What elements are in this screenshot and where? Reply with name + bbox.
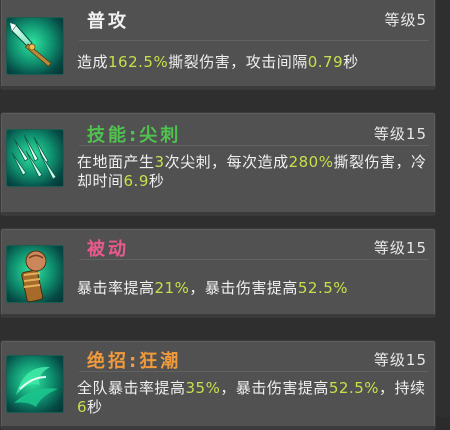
skill-name: 普攻 bbox=[87, 11, 129, 32]
skill-card-basic-attack[interactable]: 普攻 等级5 造成162.5%撕裂伤害，攻击间隔0.79秒 bbox=[0, 0, 436, 90]
highlight-value: 21% bbox=[154, 279, 190, 297]
description-text: 造成 bbox=[77, 53, 109, 71]
highlight-value: 0.79 bbox=[307, 53, 344, 71]
skill-level: 等级15 bbox=[373, 351, 427, 369]
highlight-value: 35% bbox=[185, 379, 221, 397]
description-text: 暴击率提高 bbox=[77, 279, 155, 297]
description-text: 撕裂伤害，攻击间隔 bbox=[168, 53, 308, 71]
description-text: 秒 bbox=[148, 172, 165, 190]
skill-description: 暴击率提高21%，暴击伤害提高52.5% bbox=[77, 279, 427, 298]
description-text: ，暴击伤害提高 bbox=[220, 379, 329, 397]
skill-name: 技能:尖刺 bbox=[87, 125, 182, 146]
description-text: 秒 bbox=[343, 53, 359, 71]
skill-name: 绝招:狂潮 bbox=[87, 351, 182, 372]
divider bbox=[79, 40, 429, 41]
highlight-value: 280% bbox=[288, 153, 334, 171]
spikes-icon bbox=[6, 129, 64, 187]
skill-card-spike[interactable]: 技能:尖刺 等级15 在地面产生3次尖刺，每次造成280%撕裂伤害，冷却时间6.… bbox=[0, 112, 436, 216]
description-text: 全队暴击率提高 bbox=[77, 379, 186, 397]
highlight-value: 52.5% bbox=[328, 379, 380, 397]
skill-level: 等级15 bbox=[373, 239, 427, 257]
divider bbox=[79, 371, 429, 372]
skill-description: 在地面产生3次尖刺，每次造成280%撕裂伤害，冷却时间6.9秒 bbox=[77, 153, 427, 191]
description-text: 次尖刺，每次造成 bbox=[164, 153, 289, 171]
divider bbox=[79, 145, 429, 146]
skill-description: 造成162.5%撕裂伤害，攻击间隔0.79秒 bbox=[77, 53, 427, 72]
skill-description: 全队暴击率提高35%，暴击伤害提高52.5%，持续 6秒 bbox=[77, 379, 427, 417]
skill-level: 等级5 bbox=[384, 11, 427, 29]
description-text: 在地面产生 bbox=[77, 153, 155, 171]
highlight-value: 3 bbox=[154, 153, 165, 171]
skill-name: 被动 bbox=[87, 239, 129, 260]
spear-blade-icon bbox=[6, 17, 64, 75]
fist-icon bbox=[6, 245, 64, 303]
skill-level: 等级15 bbox=[373, 125, 427, 143]
description-text: ，持续 bbox=[379, 379, 426, 397]
description-text: ，暴击伤害提高 bbox=[189, 279, 298, 297]
skill-card-passive[interactable]: 被动 等级15 暴击率提高21%，暴击伤害提高52.5% bbox=[0, 228, 436, 318]
frenzy-icon bbox=[6, 355, 64, 413]
divider bbox=[79, 259, 429, 260]
skill-list: 普攻 等级5 造成162.5%撕裂伤害，攻击间隔0.79秒 技能:尖刺 等级15… bbox=[0, 0, 450, 430]
highlight-value: 6 bbox=[77, 398, 88, 416]
description-text: 秒 bbox=[87, 398, 103, 416]
highlight-value: 162.5% bbox=[108, 53, 169, 71]
highlight-value: 52.5% bbox=[297, 279, 349, 297]
highlight-value: 6.9 bbox=[123, 172, 149, 190]
